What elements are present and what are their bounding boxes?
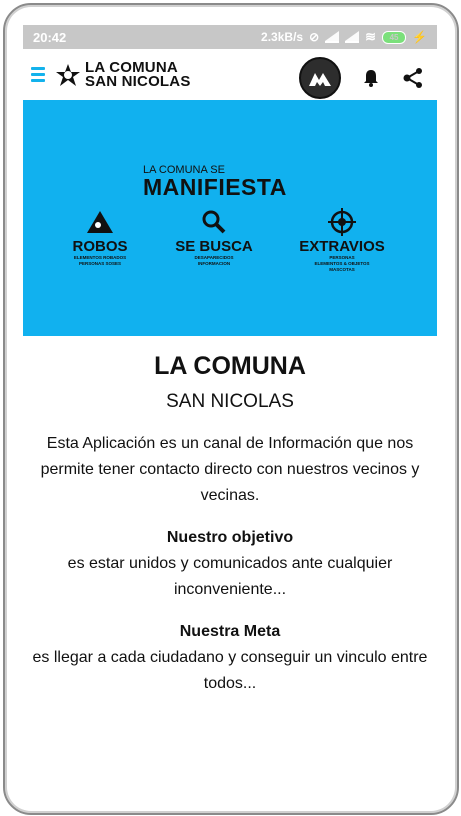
mountain-logo-icon	[309, 73, 331, 86]
app-actions	[299, 57, 425, 99]
goal-heading: Nuestra Meta	[179, 623, 281, 640]
category-label: EXTRAVIOS	[299, 238, 385, 255]
status-bar: 20:42 2.3kB/s ⊘ ≋ 45 ⚡	[23, 25, 437, 49]
page-title: LA COMUNA	[154, 352, 306, 380]
app-bar: LA COMUNA SAN NICOLAS	[23, 49, 437, 100]
main-content: LA COMUNA SAN NICOLAS Esta Aplicación es…	[23, 352, 437, 697]
status-icons: 2.3kB/s ⊘ ≋ 45 ⚡	[261, 29, 427, 45]
alarm-off-icon: ⊘	[309, 30, 320, 44]
goal-text: es llegar a cada ciudadano y conseguir u…	[32, 649, 428, 692]
category-robos: ROBOS ELEMENTOS ROBADOS PERSONAS SOSES	[45, 208, 155, 267]
category-label: SE BUSCA	[175, 238, 253, 255]
network-speed: 2.3kB/s	[261, 30, 304, 44]
logo-icon	[56, 63, 80, 86]
share-icon[interactable]	[401, 66, 425, 90]
category-extravios: EXTRAVIOS PERSONAS ELEMENTOS & OBJETOS M…	[287, 208, 397, 273]
charging-icon: ⚡	[412, 30, 427, 44]
intro-text: Esta Aplicación es un canal de Informaci…	[40, 435, 420, 504]
bell-icon[interactable]	[359, 66, 383, 90]
status-time: 20:42	[33, 29, 67, 45]
category-sub: PERSONAS SOSES	[78, 261, 121, 266]
category-se-busca: SE BUSCA DESAPARECIDOS INFORMACION	[159, 208, 269, 267]
objective-text: es estar unidos y comunicados ante cualq…	[67, 555, 393, 598]
banner-title: MANIFIESTA	[143, 174, 287, 200]
signal-icon	[325, 31, 340, 43]
wifi-icon: ≋	[365, 29, 377, 44]
brand-line-2: SAN NICOLAS	[85, 72, 191, 90]
battery-icon: 45	[382, 30, 407, 44]
objective-heading: Nuestro objetivo	[166, 529, 294, 546]
menu-icon[interactable]	[31, 67, 45, 82]
hero-banner[interactable]: LA COMUNA SE MANIFIESTA ROBOS ELEMENTOS …	[23, 100, 437, 336]
category-sub: INFORMACION	[197, 261, 231, 266]
avatar[interactable]	[299, 57, 341, 99]
brand-logo: LA COMUNA SAN NICOLAS	[85, 60, 191, 90]
category-sub: MASCOTAS	[329, 267, 355, 272]
page-subtitle: SAN NICOLAS	[166, 391, 294, 412]
app-screen: 20:42 2.3kB/s ⊘ ≋ 45 ⚡ LA COMUNA SAN NIC…	[23, 25, 437, 805]
signal-icon-2	[345, 31, 360, 43]
target-icon	[328, 208, 356, 236]
search-icon	[202, 210, 226, 234]
warning-triangle-icon	[87, 211, 113, 233]
category-label: ROBOS	[72, 238, 128, 255]
